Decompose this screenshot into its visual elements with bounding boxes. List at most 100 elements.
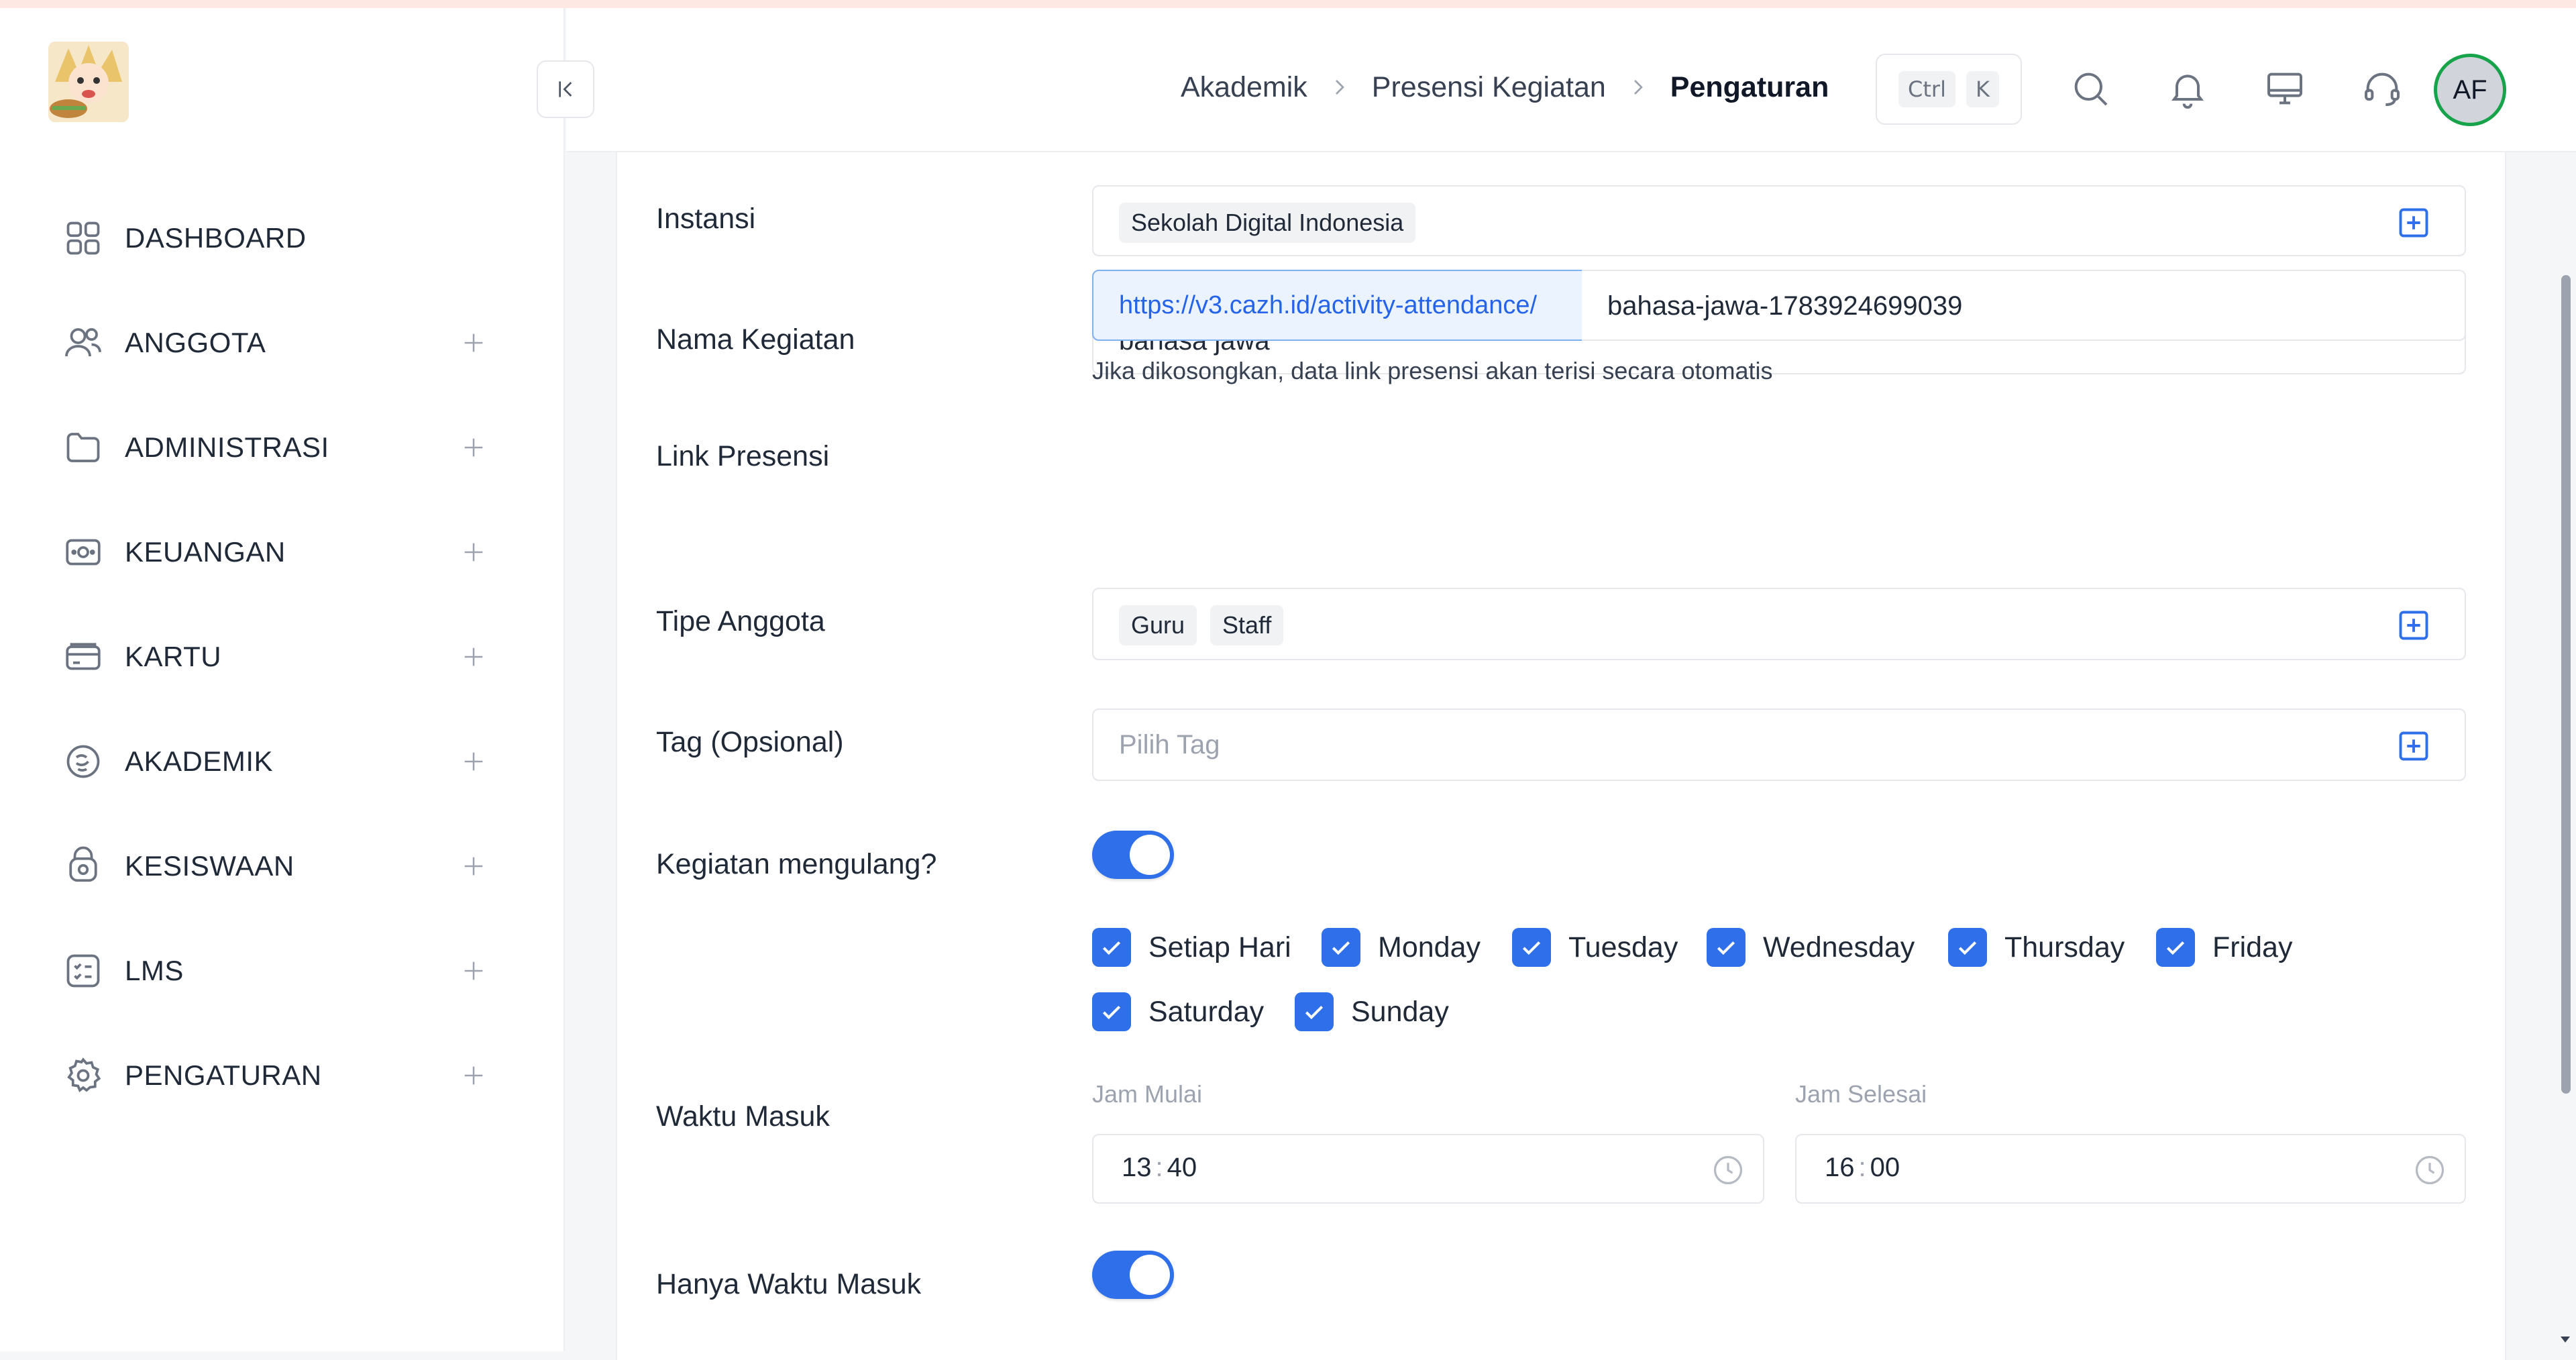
kbd-k: K [1966,71,1999,107]
checkmark-icon [1092,992,1131,1031]
expand-plus-icon[interactable] [460,539,487,566]
chevron-right-icon [1326,74,1353,101]
checkbox-thursday[interactable]: Thursday [1948,927,2125,967]
checklist-icon [63,951,103,991]
kegiatan-mengulang-label: Kegiatan mengulang? [656,848,937,880]
sidebar-item-label: ANGGOTA [125,327,266,358]
add-tipe-anggota-icon[interactable] [2396,608,2431,643]
top-accent-line [0,0,2576,8]
instansi-select[interactable]: Sekolah Digital Indonesia [1092,185,2466,256]
users-icon [63,323,103,363]
student-icon [63,846,103,886]
tipe-anggota-tag-guru: Guru [1119,605,1197,645]
add-instansi-icon[interactable] [2396,205,2431,240]
jam-selesai-value: 16:00 [1825,1153,1900,1182]
top-header: Akademik Presensi Kegiatan Pengaturan Ct… [537,8,2576,152]
breadcrumb-akademik[interactable]: Akademik [1181,71,1307,104]
sidebar-item-label: KARTU [125,641,222,672]
nama-kegiatan-label: Nama Kegiatan [656,323,855,356]
sidebar-item-label: LMS [125,955,184,986]
breadcrumb: Akademik Presensi Kegiatan Pengaturan [1181,67,1829,107]
gear-icon [63,1055,103,1096]
command-palette-shortcut[interactable]: Ctrl K [1876,54,2022,125]
checkbox-sunday[interactable]: Sunday [1295,992,1449,1032]
link-presensi-hint: Jika dikosongkan, data link presensi aka… [1092,357,1773,384]
tag-label: Tag (Opsional) [656,726,844,758]
search-icon[interactable] [2069,67,2112,110]
collapse-left-icon [559,81,572,97]
checkmark-icon [1092,928,1131,967]
instansi-tag: Sekolah Digital Indonesia [1119,203,1416,243]
folder-icon [63,427,103,468]
clock-icon[interactable] [1711,1153,1746,1188]
checkmark-icon [2156,928,2195,967]
jam-selesai-input[interactable]: 16:00 [1795,1134,2466,1204]
user-avatar[interactable]: AF [2434,54,2506,126]
checkmark-icon [1948,928,1987,967]
sidebar-item-keuangan[interactable]: KEUANGAN [0,515,565,589]
hanya-waktu-masuk-label: Hanya Waktu Masuk [656,1268,922,1300]
breadcrumb-presensi-kegiatan[interactable]: Presensi Kegiatan [1372,71,1606,104]
tag-placeholder: Pilih Tag [1119,730,1220,760]
hanya-waktu-masuk-toggle[interactable] [1092,1251,1174,1299]
sidebar-item-kesiswaan[interactable]: KESISWAAN [0,829,565,903]
tipe-anggota-tag-staff: Staff [1210,605,1284,645]
sidebar-item-dashboard[interactable]: DASHBOARD [0,201,565,275]
sidebar-item-label: ADMINISTRASI [125,431,329,463]
dashboard-grid-icon [63,218,103,258]
sidebar-item-akademik[interactable]: AKADEMIK [0,725,565,798]
sidebar-item-administrasi[interactable]: ADMINISTRASI [0,411,565,484]
sidebar-item-label: KEUANGAN [125,536,286,568]
clock-icon[interactable] [2412,1153,2447,1188]
expand-plus-icon[interactable] [460,434,487,461]
checkbox-monday[interactable]: Monday [1322,927,1481,967]
monitor-icon[interactable] [2263,67,2306,110]
checkbox-label: Friday [2212,931,2293,963]
tag-select[interactable]: Pilih Tag [1092,709,2466,781]
checkbox-setiap-hari[interactable]: Setiap Hari [1092,927,1291,967]
checkbox-wednesday[interactable]: Wednesday [1707,927,1915,967]
instansi-label: Instansi [656,203,756,235]
checkmark-icon [1707,928,1746,967]
collapse-sidebar-button[interactable] [537,60,594,118]
sidebar-item-label: PENGATURAN [125,1059,322,1091]
checkbox-tuesday[interactable]: Tuesday [1512,927,1678,967]
app-logo[interactable] [48,42,129,122]
jam-selesai-label: Jam Selesai [1795,1080,1927,1108]
add-tag-icon[interactable] [2396,729,2431,764]
checkbox-label: Saturday [1148,995,1265,1028]
sidebar: DASHBOARD ANGGOTA ADMINISTRASI KEUANGAN … [0,8,565,1351]
checkbox-label: Thursday [2004,931,2125,963]
scroll-down-arrow-icon[interactable] [2557,1331,2573,1347]
checkbox-label: Setiap Hari [1148,931,1291,963]
kegiatan-mengulang-toggle[interactable] [1092,831,1174,879]
jam-mulai-label: Jam Mulai [1092,1080,1203,1108]
checkbox-saturday[interactable]: Saturday [1092,992,1264,1032]
sidebar-item-pengaturan[interactable]: PENGATURAN [0,1039,565,1112]
sidebar-item-label: AKADEMIK [125,745,274,777]
link-presensi-input[interactable]: bahasa-jawa-1783924699039 [1582,270,2466,341]
link-presensi-value: bahasa-jawa-1783924699039 [1607,291,1963,321]
checkmark-icon [1512,928,1551,967]
toggle-knob [1130,835,1170,875]
checkbox-label: Sunday [1351,995,1449,1028]
bell-icon[interactable] [2166,67,2209,110]
expand-plus-icon[interactable] [460,957,487,984]
expand-plus-icon[interactable] [460,1062,487,1089]
sidebar-item-lms[interactable]: LMS [0,934,565,1008]
sidebar-item-anggota[interactable]: ANGGOTA [0,306,565,380]
jam-mulai-input[interactable]: 13:40 [1092,1134,1764,1204]
chevron-right-icon [1625,74,1652,101]
expand-plus-icon[interactable] [460,748,487,775]
checkbox-friday[interactable]: Friday [2156,927,2292,967]
tipe-anggota-label: Tipe Anggota [656,605,825,637]
scrollbar-thumb[interactable] [2561,275,2571,1094]
expand-plus-icon[interactable] [460,643,487,670]
expand-plus-icon[interactable] [460,329,487,356]
breadcrumb-pengaturan: Pengaturan [1670,70,1829,103]
checkmark-icon [1322,928,1360,967]
expand-plus-icon[interactable] [460,853,487,880]
headset-icon[interactable] [2361,67,2404,110]
sidebar-item-kartu[interactable]: KARTU [0,620,565,694]
tipe-anggota-select[interactable]: Guru Staff [1092,588,2466,660]
